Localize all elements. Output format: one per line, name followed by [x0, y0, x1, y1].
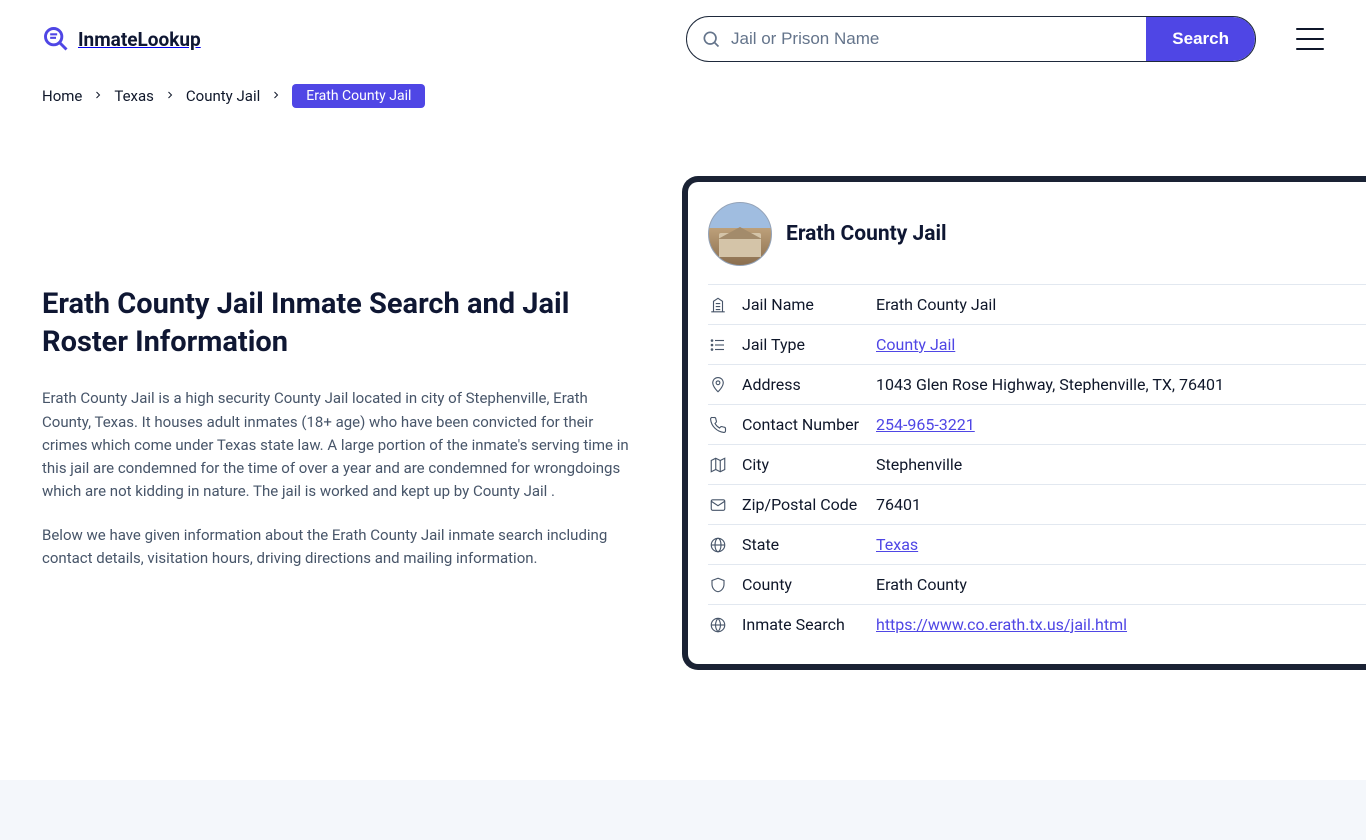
search-input[interactable] [721, 17, 1146, 61]
logo-icon [42, 25, 70, 53]
info-value: Stephenville [876, 455, 962, 474]
header-right: Search [686, 16, 1324, 62]
chevron-right-icon [92, 87, 104, 105]
info-row: Inmate Search https://www.co.erath.tx.us/… [708, 604, 1366, 644]
search-button[interactable]: Search [1146, 17, 1255, 61]
globe-icon [708, 536, 728, 554]
info-link[interactable]: Texas [876, 535, 918, 554]
info-value: 254-965-3221 [876, 415, 975, 434]
breadcrumb-current: Erath County Jail [292, 84, 425, 108]
card-title: Erath County Jail [786, 222, 947, 246]
chevron-right-icon [164, 87, 176, 105]
info-label: Jail Type [742, 335, 862, 354]
site-header: InmateLookup Search [0, 0, 1366, 78]
intro-paragraph-1: Erath County Jail is a high security Cou… [42, 387, 632, 503]
breadcrumb: Home Texas County Jail Erath County Jail [0, 84, 1366, 116]
info-value: Erath County Jail [876, 295, 996, 314]
chevron-right-icon [270, 87, 282, 105]
intro-paragraph-2: Below we have given information about th… [42, 524, 632, 571]
info-value: 76401 [876, 495, 921, 514]
breadcrumb-state[interactable]: Texas [114, 87, 154, 105]
info-label: Contact Number [742, 415, 862, 434]
info-label: Address [742, 375, 862, 394]
info-value: https://www.co.erath.tx.us/jail.html [876, 615, 1127, 634]
info-row: Contact Number 254-965-3221 [708, 404, 1366, 444]
info-row: County Erath County [708, 564, 1366, 604]
info-row: Jail Name Erath County Jail [708, 284, 1366, 324]
info-label: City [742, 455, 862, 474]
pin-icon [708, 376, 728, 394]
info-link[interactable]: 254-965-3221 [876, 415, 975, 434]
info-link[interactable]: County Jail [876, 335, 955, 354]
info-label: County [742, 575, 862, 594]
shield-icon [708, 576, 728, 594]
search-icon [687, 29, 721, 49]
info-row: State Texas [708, 524, 1366, 564]
map-icon [708, 456, 728, 474]
article-column: Erath County Jail Inmate Search and Jail… [42, 176, 632, 590]
info-label: Jail Name [742, 295, 862, 314]
envelope-icon [708, 496, 728, 514]
info-link[interactable]: https://www.co.erath.tx.us/jail.html [876, 615, 1127, 634]
logo-link[interactable]: InmateLookup [42, 25, 201, 53]
facility-avatar [708, 202, 772, 266]
info-value: 1043 Glen Rose Highway, Stephenville, TX… [876, 375, 1224, 394]
info-label: State [742, 535, 862, 554]
page-title: Erath County Jail Inmate Search and Jail… [42, 286, 632, 361]
info-row: Jail Type County Jail [708, 324, 1366, 364]
info-value: County Jail [876, 335, 955, 354]
list-icon [708, 336, 728, 354]
info-row: Address 1043 Glen Rose Highway, Stephenvi… [708, 364, 1366, 404]
phone-icon [708, 416, 728, 434]
breadcrumb-home[interactable]: Home [42, 87, 82, 105]
building-icon [708, 296, 728, 314]
logo-text: InmateLookup [78, 28, 201, 51]
search-form: Search [686, 16, 1256, 62]
info-value: Texas [876, 535, 918, 554]
facility-info-card: Erath County Jail Jail Name Erath County … [682, 176, 1366, 670]
web-icon [708, 616, 728, 634]
main-content: Erath County Jail Inmate Search and Jail… [0, 116, 1366, 750]
info-label: Inmate Search [742, 615, 862, 634]
breadcrumb-type[interactable]: County Jail [186, 87, 260, 105]
info-row: City Stephenville [708, 444, 1366, 484]
card-header: Erath County Jail [708, 202, 1366, 284]
hamburger-menu-icon[interactable] [1296, 28, 1324, 50]
info-row: Zip/Postal Code 76401 [708, 484, 1366, 524]
info-label: Zip/Postal Code [742, 495, 862, 514]
footer-spacer [0, 780, 1366, 840]
info-value: Erath County [876, 575, 967, 594]
